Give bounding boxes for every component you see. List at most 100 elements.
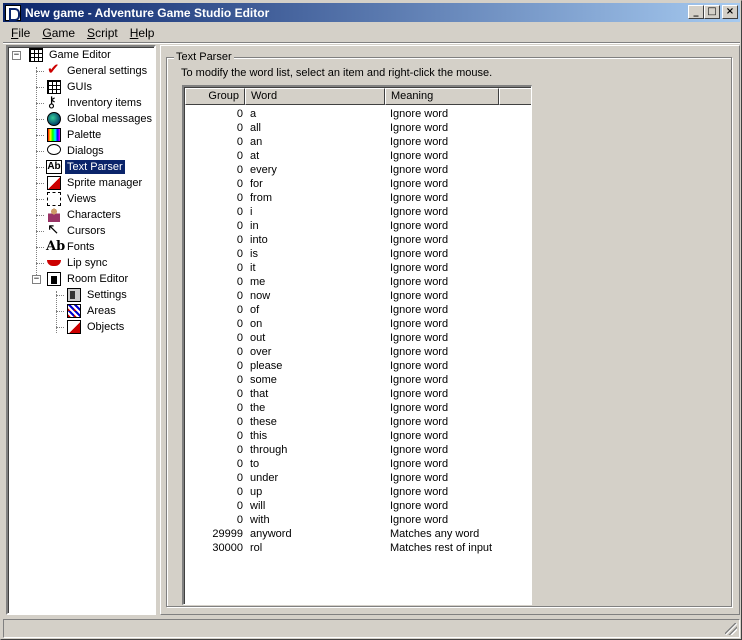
list-item[interactable]: 0 under Ignore word bbox=[185, 471, 531, 485]
list-item[interactable]: 0 into Ignore word bbox=[185, 233, 531, 247]
cell-group: 0 bbox=[236, 332, 243, 344]
tree-node-objects[interactable]: Objects bbox=[66, 319, 126, 335]
tree-node-views[interactable]: Views bbox=[46, 191, 98, 207]
list-item[interactable]: 30000 rol Matches rest of input bbox=[185, 541, 531, 555]
list-item[interactable]: 0 an Ignore word bbox=[185, 135, 531, 149]
menu-game[interactable]: Game bbox=[36, 26, 81, 40]
menu-script[interactable]: Script bbox=[81, 26, 124, 40]
cell-meaning: Ignore word bbox=[390, 276, 449, 288]
close-button[interactable]: × bbox=[722, 5, 738, 19]
cell-meaning: Ignore word bbox=[390, 472, 449, 484]
cell-word: for bbox=[250, 178, 263, 190]
list-item[interactable]: 0 up Ignore word bbox=[185, 485, 531, 499]
app-icon[interactable] bbox=[5, 4, 21, 21]
menu-help[interactable]: Help bbox=[124, 26, 161, 40]
list-item[interactable]: 0 out Ignore word bbox=[185, 331, 531, 345]
list-item[interactable]: 0 every Ignore word bbox=[185, 163, 531, 177]
tree-node-room-settings[interactable]: Settings bbox=[66, 287, 129, 303]
tree-node-inventory-items[interactable]: Inventory items bbox=[46, 93, 144, 111]
status-bar bbox=[3, 619, 740, 638]
tree-node-room-editor[interactable]: Room Editor bbox=[46, 271, 130, 287]
cell-group: 0 bbox=[236, 136, 243, 148]
cell-word: every bbox=[250, 164, 277, 176]
list-item[interactable]: 0 through Ignore word bbox=[185, 443, 531, 457]
list-item[interactable]: 0 over Ignore word bbox=[185, 345, 531, 359]
list-item[interactable]: 29999 anyword Matches any word bbox=[185, 527, 531, 541]
areas-icon bbox=[66, 303, 82, 319]
tree-node-global-messages[interactable]: Global messages bbox=[46, 111, 154, 127]
tree-connector bbox=[36, 215, 44, 216]
list-item[interactable]: 0 will Ignore word bbox=[185, 499, 531, 513]
tree-node-cursors[interactable]: Cursors bbox=[46, 220, 108, 239]
tree-node-text-parser[interactable]: Ab Text Parser bbox=[46, 159, 126, 175]
list-item[interactable]: 0 that Ignore word bbox=[185, 387, 531, 401]
menu-file[interactable]: File bbox=[5, 26, 36, 40]
list-item[interactable]: 0 of Ignore word bbox=[185, 303, 531, 317]
cell-group: 0 bbox=[236, 472, 243, 484]
resize-grip[interactable] bbox=[725, 623, 737, 635]
minimize-button[interactable]: _ bbox=[688, 5, 704, 19]
tree-connector bbox=[36, 167, 44, 168]
list-item[interactable]: 0 these Ignore word bbox=[185, 415, 531, 429]
cell-group: 0 bbox=[236, 416, 243, 428]
cell-meaning: Ignore word bbox=[390, 444, 449, 456]
list-item[interactable]: 0 on Ignore word bbox=[185, 317, 531, 331]
tree-node-sprite-manager[interactable]: Sprite manager bbox=[46, 175, 144, 191]
column-header-word[interactable]: Word bbox=[245, 88, 385, 105]
title-bar[interactable]: New game - Adventure Game Studio Editor … bbox=[3, 3, 740, 22]
cell-group: 0 bbox=[236, 206, 243, 218]
cell-word: will bbox=[250, 500, 266, 512]
cell-word: is bbox=[250, 248, 258, 260]
collapse-game-editor-button[interactable]: − bbox=[12, 51, 21, 60]
tree-node-areas[interactable]: Areas bbox=[66, 303, 118, 319]
tree-node-general-settings[interactable]: General settings bbox=[46, 60, 149, 79]
tree-node-fonts[interactable]: Fonts bbox=[46, 239, 97, 255]
project-tree[interactable]: − Game Editor General settings GUIs Inve… bbox=[6, 45, 156, 615]
tree-node-game-editor[interactable]: Game Editor bbox=[28, 47, 113, 63]
list-item[interactable]: 0 all Ignore word bbox=[185, 121, 531, 135]
cell-group: 0 bbox=[236, 234, 243, 246]
list-item[interactable]: 0 in Ignore word bbox=[185, 219, 531, 233]
list-item[interactable]: 0 is Ignore word bbox=[185, 247, 531, 261]
list-item[interactable]: 0 it Ignore word bbox=[185, 261, 531, 275]
cell-word: a bbox=[250, 108, 257, 120]
list-item[interactable]: 0 me Ignore word bbox=[185, 275, 531, 289]
cell-group: 0 bbox=[236, 486, 243, 498]
cell-meaning: Ignore word bbox=[390, 416, 449, 428]
list-item[interactable]: 0 a Ignore word bbox=[185, 107, 531, 121]
cell-word: in bbox=[250, 220, 259, 232]
list-item[interactable]: 0 now Ignore word bbox=[185, 289, 531, 303]
list-item[interactable]: 0 for Ignore word bbox=[185, 177, 531, 191]
cell-word: rol bbox=[250, 542, 263, 554]
word-list[interactable]: Group Word Meaning 0 a Ignore word 0 all Igno… bbox=[182, 85, 532, 605]
cell-word: the bbox=[250, 402, 266, 414]
cell-group: 0 bbox=[236, 402, 243, 414]
list-item[interactable]: 0 at Ignore word bbox=[185, 149, 531, 163]
tree-node-dialogs[interactable]: Dialogs bbox=[46, 143, 106, 159]
list-item[interactable]: 0 i Ignore word bbox=[185, 205, 531, 219]
tree-node-palette[interactable]: Palette bbox=[46, 127, 103, 143]
tree-connector bbox=[36, 183, 44, 184]
maximize-button[interactable]: □ bbox=[704, 5, 720, 19]
list-item[interactable]: 0 with Ignore word bbox=[185, 513, 531, 527]
list-item[interactable]: 0 please Ignore word bbox=[185, 359, 531, 373]
list-item[interactable]: 0 some Ignore word bbox=[185, 373, 531, 387]
list-item[interactable]: 0 this Ignore word bbox=[185, 429, 531, 443]
tree-node-lip-sync[interactable]: Lip sync bbox=[46, 255, 109, 271]
cell-group: 0 bbox=[236, 248, 243, 260]
cell-word: at bbox=[250, 150, 260, 162]
cell-group: 29999 bbox=[212, 528, 243, 540]
cell-meaning: Ignore word bbox=[390, 486, 449, 498]
cell-group: 0 bbox=[236, 164, 243, 176]
objects-icon bbox=[66, 319, 82, 335]
list-item[interactable]: 0 the Ignore word bbox=[185, 401, 531, 415]
column-header-group[interactable]: Group bbox=[185, 88, 245, 105]
column-header-filler bbox=[499, 88, 531, 105]
tree-connector bbox=[36, 263, 44, 264]
cell-meaning: Ignore word bbox=[390, 234, 449, 246]
list-item[interactable]: 0 from Ignore word bbox=[185, 191, 531, 205]
list-item[interactable]: 0 to Ignore word bbox=[185, 457, 531, 471]
collapse-room-editor-button[interactable]: − bbox=[32, 275, 41, 284]
cell-word: this bbox=[250, 430, 268, 442]
column-header-meaning[interactable]: Meaning bbox=[385, 88, 499, 105]
